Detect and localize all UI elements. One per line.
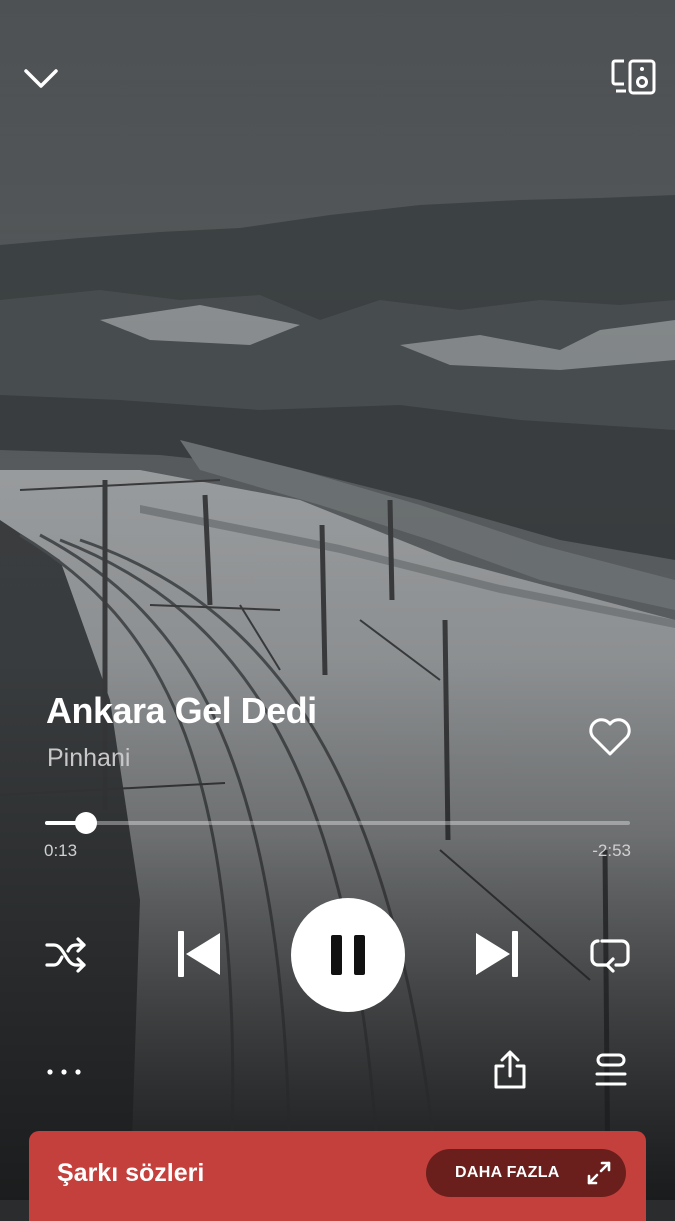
repeat-icon [588,933,632,975]
elapsed-time: 0:13 [44,841,78,860]
previous-button[interactable] [175,929,223,979]
more-options-button[interactable] [44,1062,84,1082]
lyrics-card[interactable]: Şarkı sözleri DAHA FAZLA [29,1131,646,1221]
pause-button[interactable] [291,898,405,1012]
connect-device-icon [610,58,658,96]
queue-button[interactable] [593,1052,629,1088]
expand-icon [586,1160,612,1186]
track-title: Ankara Gel Dedi [46,690,317,731]
next-icon [473,929,521,979]
repeat-button[interactable] [588,933,632,975]
lyrics-more-label: DAHA FAZLA [455,1164,560,1181]
like-button[interactable] [587,716,633,758]
background-artwork [0,0,675,1200]
next-button[interactable] [473,929,521,979]
heart-icon [587,716,633,758]
queue-icon [593,1052,629,1088]
shuffle-icon [44,936,88,974]
connect-device-button[interactable] [610,58,658,96]
chevron-down-icon [22,65,60,93]
artist-name[interactable]: Pinhani [47,744,130,773]
progress-bar[interactable] [45,812,630,834]
previous-icon [175,929,223,979]
share-icon [492,1050,528,1090]
share-button[interactable] [492,1050,528,1090]
remaining-time: -2:53 [592,841,631,860]
collapse-button[interactable] [22,65,60,93]
shuffle-button[interactable] [44,936,88,974]
lyrics-more-button[interactable]: DAHA FAZLA [426,1149,626,1197]
more-options-icon [44,1062,84,1082]
lyrics-title: Şarkı sözleri [57,1159,205,1187]
progress-handle[interactable] [74,812,97,834]
pause-icon [329,934,367,976]
